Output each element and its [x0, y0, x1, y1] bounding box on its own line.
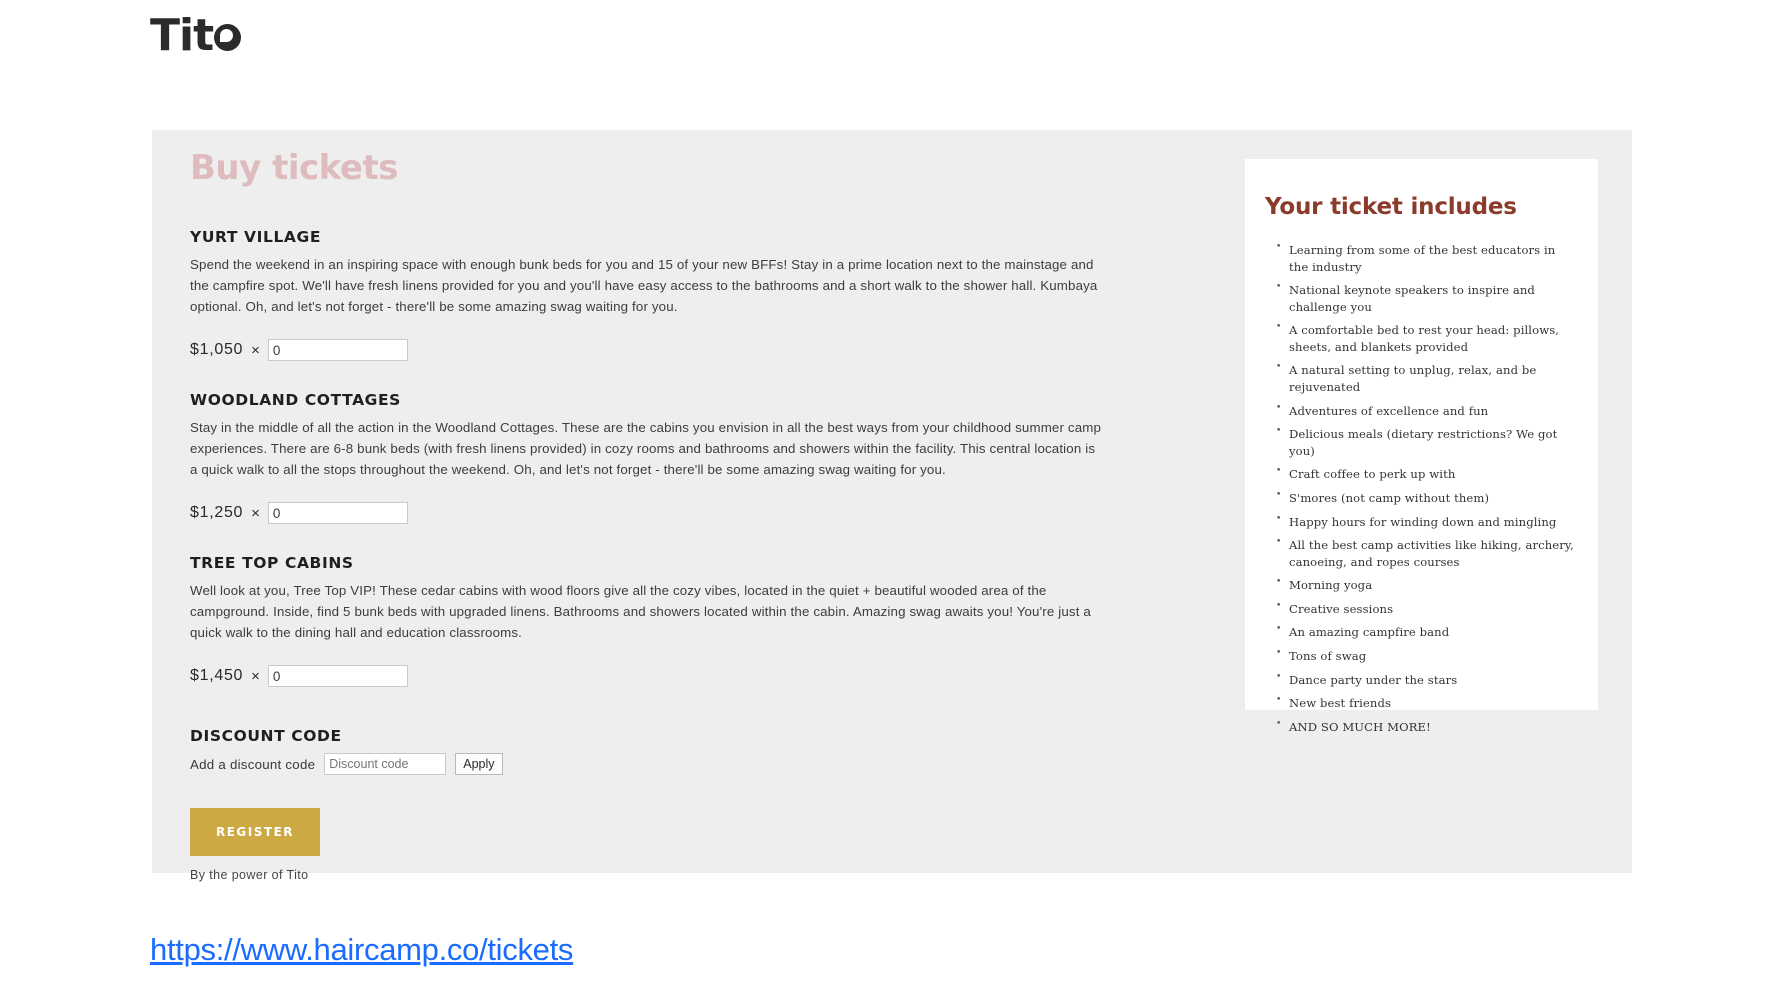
- list-item: Dance party under the stars: [1276, 671, 1574, 689]
- list-item: Adventures of excellence and fun: [1276, 402, 1574, 420]
- ticket-name: YURT VILLAGE: [190, 228, 322, 246]
- powered-by-tito-label: By the power of Tito: [190, 868, 309, 882]
- list-item: S'mores (not camp without them): [1276, 489, 1574, 507]
- list-item: National keynote speakers to inspire and…: [1276, 281, 1574, 315]
- list-item: AND SO MUCH MORE!: [1276, 718, 1574, 736]
- quantity-input-yurt-village[interactable]: [267, 339, 408, 361]
- list-item: Tons of swag: [1276, 647, 1574, 665]
- quantity-input-woodland-cottages[interactable]: [267, 502, 408, 524]
- ticket-price-row: $1,050 ×: [190, 339, 1140, 361]
- ticket-description: Well look at you, Tree Top VIP! These ce…: [190, 583, 1091, 640]
- ticket-price-row: $1,450 ×: [190, 665, 1140, 687]
- ticket-section-yurt-village: YURT VILLAGE Spend the weekend in an ins…: [190, 228, 1140, 361]
- discount-code-title: DISCOUNT CODE: [190, 727, 342, 745]
- ticket-includes-list: Learning from some of the best educators…: [1245, 241, 1598, 736]
- tito-logo: Tit: [150, 10, 242, 61]
- list-item: Happy hours for winding down and minglin…: [1276, 513, 1574, 531]
- ticket-price: $1,450: [190, 667, 244, 684]
- tito-logo-mark-icon: [214, 24, 242, 51]
- list-item: A comfortable bed to rest your head: pil…: [1276, 321, 1574, 355]
- multiply-symbol: ×: [251, 504, 260, 522]
- tickets-column: Buy tickets YURT VILLAGE Spend the weeke…: [190, 148, 1140, 882]
- list-item: An amazing campfire band: [1276, 623, 1574, 641]
- ticket-price: $1,250: [190, 504, 244, 521]
- ticket-includes-card: Your ticket includes Learning from some …: [1245, 159, 1598, 734]
- ticket-includes-heading: Your ticket includes: [1265, 194, 1517, 220]
- list-item: Creative sessions: [1276, 600, 1574, 618]
- list-item: All the best camp activities like hiking…: [1276, 536, 1574, 570]
- ticket-description: Spend the weekend in an inspiring space …: [190, 257, 1098, 314]
- ticket-name: TREE TOP CABINS: [190, 554, 354, 572]
- tito-logo-text: Tit: [150, 10, 214, 61]
- multiply-symbol: ×: [251, 341, 260, 359]
- ticket-description: Stay in the middle of all the action in …: [190, 420, 1102, 477]
- list-item: A natural setting to unplug, relax, and …: [1276, 361, 1574, 395]
- page-title: Buy tickets: [190, 148, 398, 188]
- list-item: Delicious meals (dietary restrictions? W…: [1276, 425, 1574, 459]
- buy-tickets-panel: Buy tickets YURT VILLAGE Spend the weeke…: [152, 130, 1632, 882]
- list-item: Craft coffee to perk up with: [1276, 465, 1574, 483]
- discount-code-input[interactable]: [324, 753, 447, 775]
- ticket-price: $1,050: [190, 341, 244, 358]
- apply-discount-button[interactable]: Apply: [455, 753, 503, 775]
- discount-code-label: Add a discount code: [190, 756, 316, 772]
- tickets-url-link[interactable]: https://www.haircamp.co/tickets: [150, 932, 573, 968]
- ticket-name: WOODLAND COTTAGES: [190, 391, 401, 409]
- discount-code-row: Add a discount code Apply: [190, 753, 1140, 775]
- ticket-section-woodland-cottages: WOODLAND COTTAGES Stay in the middle of …: [190, 391, 1140, 524]
- list-item: Morning yoga: [1276, 576, 1574, 594]
- quantity-input-tree-top-cabins[interactable]: [267, 665, 408, 687]
- multiply-symbol: ×: [251, 667, 260, 685]
- discount-code-block: DISCOUNT CODE Add a discount code Apply: [190, 727, 1140, 775]
- ticket-price-row: $1,250 ×: [190, 502, 1140, 524]
- ticket-section-tree-top-cabins: TREE TOP CABINS Well look at you, Tree T…: [190, 554, 1140, 687]
- list-item: Learning from some of the best educators…: [1276, 241, 1574, 275]
- register-button[interactable]: REGISTER: [190, 808, 320, 856]
- list-item: New best friends: [1276, 694, 1574, 712]
